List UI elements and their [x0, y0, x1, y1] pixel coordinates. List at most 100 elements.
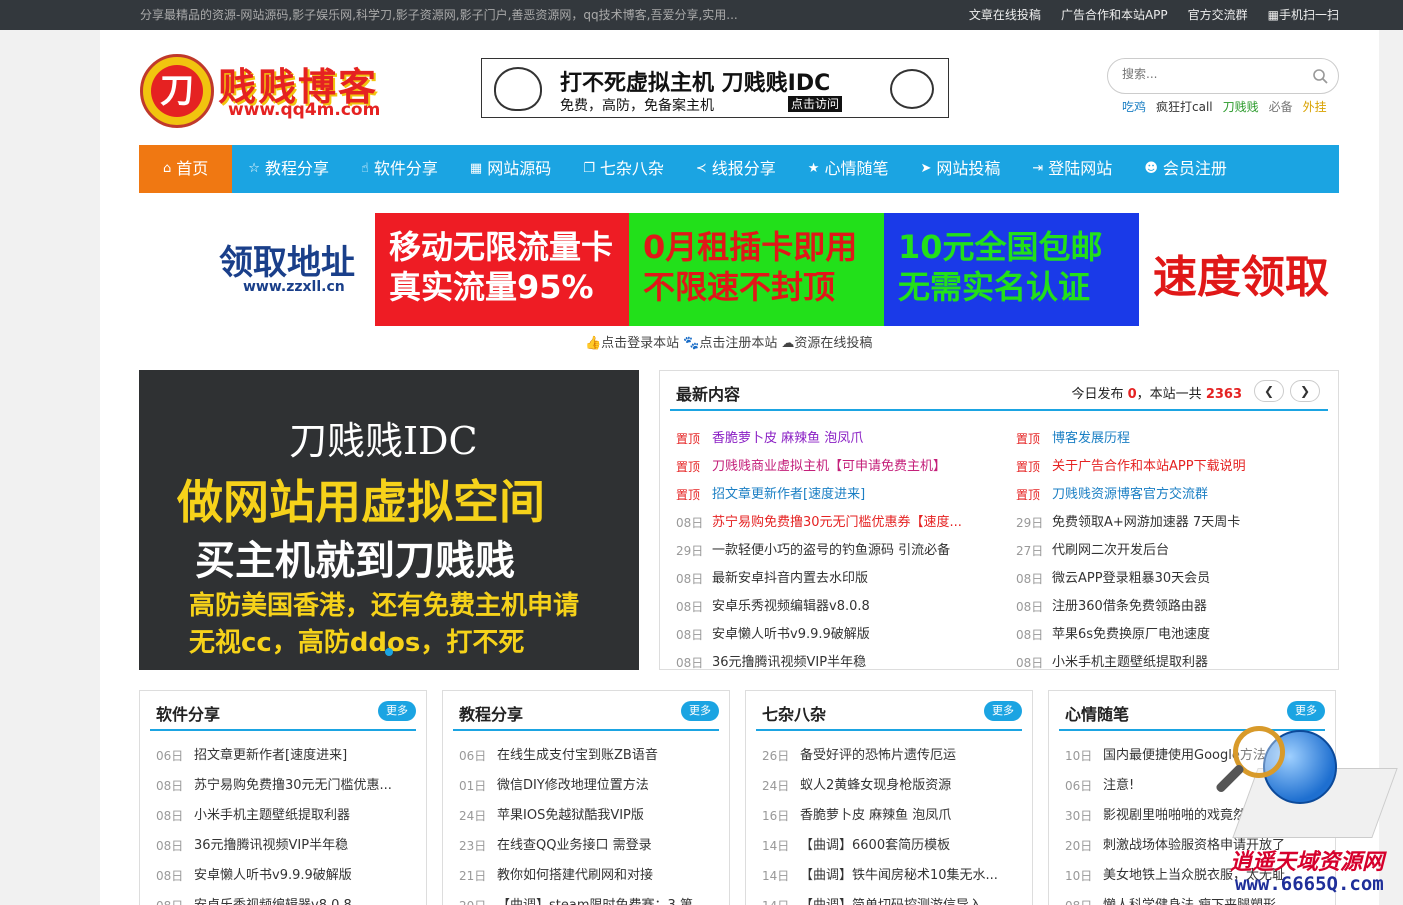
nav-item[interactable]: ⌂ 首页	[139, 145, 233, 193]
item-title[interactable]: 刀贱贱商业虚拟主机【可申请免费主机】	[712, 453, 946, 481]
item-title[interactable]: 刀贱贱资源博客官方交流群	[1052, 481, 1208, 509]
list-item[interactable]: 08日 安卓懒人听书v9.9.9破解版	[676, 621, 1004, 649]
list-item[interactable]: 27日 代刷网二次开发后台	[1016, 537, 1338, 565]
hot-tag[interactable]: 必备	[1269, 98, 1293, 115]
list-item[interactable]: 置顶 博客发展历程	[1016, 425, 1338, 453]
list-item[interactable]: 29日 免费领取A+网游加速器 7天周卡	[1016, 509, 1338, 537]
promo-banner[interactable]: 领取地址 www.zzxll.cn 移动无限流量卡 真实流量95% 0月租插卡即用…	[215, 213, 1340, 326]
item-title[interactable]: 在线生成支付宝到账ZB语音	[497, 741, 707, 771]
list-item[interactable]: 14日 【曲调】铁牛闻房秘术10集无水...	[762, 861, 1032, 891]
item-title[interactable]: 苏宁易购免费撸30元无门槛优惠券【速度...	[712, 509, 962, 537]
list-item[interactable]: 08日 微云APP登录粗暴30天会员	[1016, 565, 1338, 593]
item-title[interactable]: 备受好评的恐怖片遗传厄运	[800, 741, 1010, 771]
list-item[interactable]: 置顶 关于广告合作和本站APP下载说明	[1016, 453, 1338, 481]
item-title[interactable]: 招文章更新作者[速度进来]	[712, 481, 865, 509]
more-button[interactable]: 更多	[681, 701, 719, 721]
list-item[interactable]: 08日 36元撸腾讯视频VIP半年稳	[156, 831, 426, 861]
list-item[interactable]: 24日 蚁人2黄蜂女现身枪版资源	[762, 771, 1032, 801]
item-title[interactable]: 微信DIY修改地理位置方法	[497, 771, 707, 801]
item-title[interactable]: 代刷网二次开发后台	[1052, 537, 1169, 565]
item-title[interactable]: 香脆萝卜皮 麻辣鱼 泡凤爪	[800, 801, 1010, 831]
quick-login-link[interactable]: 👍点击登录本站	[585, 332, 679, 351]
nav-item[interactable]: ▦ 网站源码	[454, 145, 567, 193]
list-item[interactable]: 08日 苏宁易购免费撸30元无门槛优惠券【速度...	[676, 509, 1004, 537]
nav-item[interactable]: ⇥ 登陆网站	[1016, 145, 1128, 193]
list-item[interactable]: 08日 注册360借条免费领路由器	[1016, 593, 1338, 621]
item-title[interactable]: 一款轻便小巧的盗号的钓鱼源码 引流必备	[712, 537, 950, 565]
list-item[interactable]: 23日 在线查QQ业务接口 需登录	[459, 831, 729, 861]
item-title[interactable]: 安卓乐秀视频编辑器v8.0.8	[712, 593, 870, 621]
list-item[interactable]: 置顶 香脆萝卜皮 麻辣鱼 泡凤爪	[676, 425, 1004, 453]
nav-item[interactable]: ☆ 教程分享	[232, 145, 345, 193]
top-link-mobile-scan[interactable]: ▦手机扫一扫	[1268, 0, 1339, 30]
item-title[interactable]: 36元撸腾讯视频VIP半年稳	[712, 649, 866, 669]
list-item[interactable]: 26日 备受好评的恐怖片遗传厄运	[762, 741, 1032, 771]
item-title[interactable]: 关于广告合作和本站APP下载说明	[1052, 453, 1246, 481]
item-title[interactable]: 苹果IOS免越狱酷我VIP版	[497, 801, 707, 831]
list-item[interactable]: 08日 苹果6s免费换原厂电池速度	[1016, 621, 1338, 649]
item-title[interactable]: 招文章更新作者[速度进来]	[194, 741, 404, 771]
hot-tag[interactable]: 外挂	[1303, 98, 1327, 115]
quick-register-link[interactable]: 🐾点击注册本站	[683, 332, 777, 351]
item-title[interactable]: 小米手机主题壁纸提取利器	[194, 801, 404, 831]
prev-arrow-icon[interactable]: ❮	[1254, 380, 1284, 402]
item-title[interactable]: 36元撸腾讯视频VIP半年稳	[194, 831, 404, 861]
nav-item[interactable]: ★ 心情随笔	[792, 145, 905, 193]
item-title[interactable]: 【曲调】简单切码控测游信导入	[800, 891, 1010, 905]
list-item[interactable]: 置顶 刀贱贱商业虚拟主机【可申请免费主机】	[676, 453, 1004, 481]
list-item[interactable]: 14日【曲调】简单切码控测游信导入	[762, 891, 1032, 905]
list-item[interactable]: 24日 苹果IOS免越狱酷我VIP版	[459, 801, 729, 831]
item-title[interactable]: 微云APP登录粗暴30天会员	[1052, 565, 1210, 593]
list-item[interactable]: 08日 最新安卓抖音内置去水印版	[676, 565, 1004, 593]
search-icon[interactable]	[1312, 68, 1328, 84]
list-item[interactable]: 08日 小米手机主题壁纸提取利器	[156, 801, 426, 831]
hot-tag[interactable]: 刀贱贱	[1223, 98, 1259, 115]
search-input[interactable]	[1122, 67, 1302, 81]
list-item[interactable]: 08日安卓乐秀视频编辑器v8.0.8	[676, 593, 1004, 621]
list-item[interactable]: 08日 安卓懒人听书v9.9.9破解版	[156, 861, 426, 891]
nav-item[interactable]: ☻ 会员注册	[1128, 145, 1243, 193]
item-title[interactable]: 博客发展历程	[1052, 425, 1130, 453]
list-item[interactable]: 置顶 招文章更新作者[速度进来]	[676, 481, 1004, 509]
list-item[interactable]: 08日 小米手机主题壁纸提取利器	[1016, 649, 1338, 669]
hot-tag[interactable]: 吃鸡	[1122, 98, 1146, 115]
item-title[interactable]: 免费领取A+网游加速器 7天周卡	[1052, 509, 1240, 537]
top-link-group[interactable]: 官方交流群	[1188, 0, 1248, 30]
item-title[interactable]: 在线查QQ业务接口 需登录	[497, 831, 707, 861]
more-button[interactable]: 更多	[1287, 701, 1325, 721]
item-title[interactable]: 香脆萝卜皮 麻辣鱼 泡凤爪	[712, 425, 863, 453]
nav-item[interactable]: ❐ 七杂八杂	[567, 145, 680, 193]
top-link-submit[interactable]: 文章在线投稿	[969, 0, 1041, 30]
top-link-ads-app[interactable]: 广告合作和本站APP	[1061, 0, 1168, 30]
list-item[interactable]: 08日 苏宁易购免费撸30元无门槛优惠...	[156, 771, 426, 801]
list-item[interactable]: 08日 36元撸腾讯视频VIP半年稳	[676, 649, 1004, 669]
list-item[interactable]: 06日 招文章更新作者[速度进来]	[156, 741, 426, 771]
slider-dot[interactable]	[385, 648, 393, 656]
list-item[interactable]: 21日 教你如何搭建代刷网和对接	[459, 861, 729, 891]
list-item[interactable]: 29日 一款轻便小巧的盗号的钓鱼源码 引流必备	[676, 537, 1004, 565]
nav-item[interactable]: ☝ 软件分享	[345, 145, 454, 193]
item-title[interactable]: 最新安卓抖音内置去水印版	[712, 565, 868, 593]
more-button[interactable]: 更多	[378, 701, 416, 721]
nav-item[interactable]: ➤ 网站投稿	[904, 145, 1016, 193]
hot-tag[interactable]: 疯狂打call	[1156, 98, 1213, 115]
more-button[interactable]: 更多	[984, 701, 1022, 721]
item-title[interactable]: 小米手机主题壁纸提取利器	[1052, 649, 1208, 669]
next-arrow-icon[interactable]: ❯	[1290, 380, 1320, 402]
item-title[interactable]: 蚁人2黄蜂女现身枪版资源	[800, 771, 1010, 801]
quick-submit-link[interactable]: ☁资源在线投稿	[781, 332, 872, 351]
item-title[interactable]: 安卓懒人听书v9.9.9破解版	[194, 861, 404, 891]
header-ad-button[interactable]: 点击访问	[788, 96, 843, 112]
list-item[interactable]: 14日 【曲调】6600套简历模板	[762, 831, 1032, 861]
image-slider[interactable]: 刀贱贱IDC 做网站用虚拟空间 买主机就到刀贱贱 高防美国香港，还有免费主机申请…	[139, 370, 639, 670]
list-item[interactable]: 01日 微信DIY修改地理位置方法	[459, 771, 729, 801]
item-title[interactable]: 教你如何搭建代刷网和对接	[497, 861, 707, 891]
list-item[interactable]: 08日安卓乐秀视频编辑器v8.0.8	[156, 891, 426, 905]
list-item[interactable]: 置顶 刀贱贱资源博客官方交流群	[1016, 481, 1338, 509]
list-item[interactable]: 20日【曲调】steam限时免费赛：3 第	[459, 891, 729, 905]
list-item[interactable]: 16日 香脆萝卜皮 麻辣鱼 泡凤爪	[762, 801, 1032, 831]
item-title[interactable]: 【曲调】铁牛闻房秘术10集无水...	[800, 861, 1010, 891]
header-ad[interactable]: 打不死虚拟主机 刀贱贱IDC 免费，高防，免备案主机 点击访问	[481, 58, 949, 118]
item-title[interactable]: 【曲调】6600套简历模板	[800, 831, 1010, 861]
item-title[interactable]: 【曲调】steam限时免费赛：3 第	[497, 891, 707, 905]
